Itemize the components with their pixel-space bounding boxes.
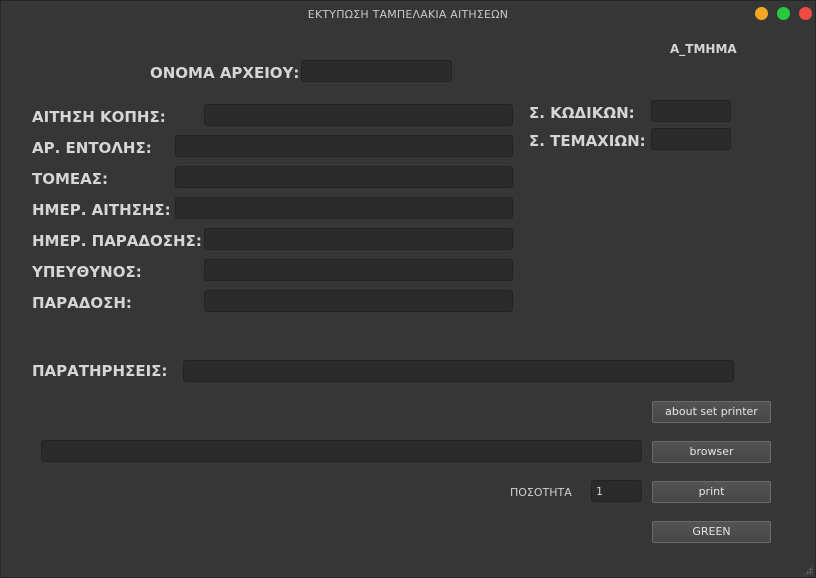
total-codes-input[interactable] (651, 100, 731, 122)
filename-label: ΟΝΟΜΑ ΑΡΧΕΙΟΥ: (150, 64, 300, 82)
cut-request-label: ΑΙΤΗΣΗ ΚΟΠΗΣ: (32, 108, 166, 126)
delivery-input[interactable] (204, 290, 513, 312)
total-pieces-label: Σ. ΤΕΜΑΧΙΩΝ: (529, 132, 646, 150)
cut-request-input[interactable] (204, 104, 513, 126)
maximize-icon[interactable] (777, 7, 790, 20)
quantity-input[interactable] (591, 480, 642, 502)
order-number-input[interactable] (175, 135, 513, 157)
print-button[interactable]: print (652, 481, 771, 503)
resize-grip-icon[interactable] (803, 565, 813, 575)
app-window: ΕΚΤΥΠΩΣΗ ΤΑΜΠΕΛΑΚΙΑ ΑΙΤΗΣΕΩΝ Α_ΤΜΗΜΑ ΟΝΟ… (0, 0, 816, 578)
notes-label: ΠΑΡΑΤΗΡΗΣΕΙΣ: (32, 362, 168, 380)
close-icon[interactable] (799, 7, 812, 20)
delivery-date-input[interactable] (204, 228, 513, 250)
total-codes-label: Σ. ΚΩΔΙΚΩΝ: (529, 104, 635, 122)
browser-button[interactable]: browser (652, 441, 771, 463)
responsible-input[interactable] (204, 259, 513, 281)
window-title: ΕΚΤΥΠΩΣΗ ΤΑΜΠΕΛΑΚΙΑ ΑΙΤΗΣΕΩΝ (307, 8, 509, 21)
delivery-label: ΠΑΡΑΔΟΣΗ: (32, 294, 132, 312)
delivery-date-label: ΗΜΕΡ. ΠΑΡΑΔΟΣΗΣ: (32, 232, 202, 250)
total-pieces-input[interactable] (651, 128, 731, 150)
order-number-label: ΑΡ. ΕΝΤΟΛΗΣ: (32, 139, 152, 157)
request-date-input[interactable] (175, 197, 513, 219)
department-label: Α_ΤΜΗΜΑ (670, 42, 737, 56)
quantity-label: ΠΟΣΟΤΗΤΑ (510, 486, 572, 499)
notes-input[interactable] (183, 360, 734, 382)
title-bar[interactable]: ΕΚΤΥΠΩΣΗ ΤΑΜΠΕΛΑΚΙΑ ΑΙΤΗΣΕΩΝ (1, 1, 815, 27)
minimize-icon[interactable] (755, 7, 768, 20)
green-button[interactable]: GREEN (652, 521, 771, 543)
sector-label: ΤΟΜΕΑΣ: (32, 170, 109, 188)
request-date-label: ΗΜΕΡ. ΑΙΤΗΣΗΣ: (32, 201, 171, 219)
sector-input[interactable] (175, 166, 513, 188)
about-set-printer-button[interactable]: about set printer (652, 401, 771, 423)
filename-input[interactable] (301, 60, 452, 82)
responsible-label: ΥΠΕΥΘΥΝΟΣ: (32, 263, 142, 281)
file-path-input[interactable] (41, 440, 642, 462)
